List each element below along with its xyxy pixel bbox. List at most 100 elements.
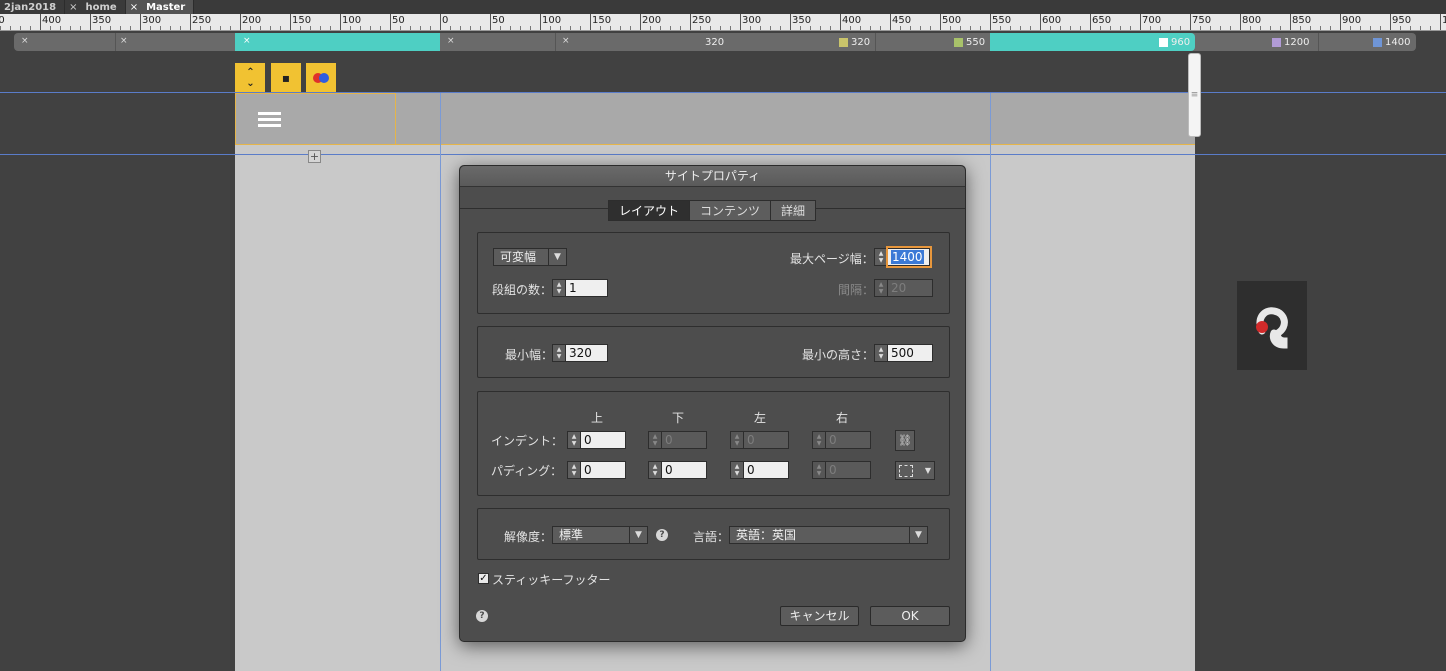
padding-top-field[interactable]: ▲ ▼ 0 (567, 461, 626, 479)
sticky-footer-checkbox[interactable]: ✓ (478, 573, 489, 584)
breakpoint-marker-1400[interactable]: 1400 (1373, 37, 1410, 48)
indent-left-input[interactable]: 0 (744, 431, 789, 449)
side-left-label: 左 (754, 411, 767, 425)
indent-right-input[interactable]: 0 (826, 431, 871, 449)
tab-advanced[interactable]: 詳細 (771, 201, 816, 220)
resolution-select[interactable]: 標準 ▼ (552, 526, 648, 544)
min-width-field[interactable]: ▲ ▼ 320 (552, 344, 608, 362)
padding-mode-button[interactable]: ▼ (895, 461, 935, 480)
columns-field[interactable]: ▲ ▼ 1 (552, 279, 608, 297)
indent-left-field[interactable]: ▲ ▼ 0 (730, 431, 789, 449)
stepper-icon: ▲ ▼ (648, 431, 662, 449)
stepper-icon[interactable]: ▲ ▼ (730, 461, 744, 479)
ruler-tick (340, 14, 341, 30)
close-icon[interactable]: × (130, 2, 138, 13)
link-icon: ⛓ (898, 434, 912, 447)
add-section-button[interactable]: + (308, 150, 321, 163)
gutter-field[interactable]: ▲ ▼ 20 (874, 279, 933, 297)
breakpoint-divider (115, 33, 116, 51)
max-page-width-field[interactable]: ▲ ▼ 1400 (874, 246, 932, 268)
dialog-title[interactable]: サイトプロパティ (460, 166, 965, 187)
ruler-label: 1000 (1442, 15, 1446, 26)
breakpoint-marker-320[interactable]: 320 (839, 37, 870, 48)
ok-button[interactable]: OK (870, 606, 950, 626)
doc-tab-2jan2018[interactable]: 2jan2018 (0, 0, 66, 14)
stepper-icon[interactable]: ▲ ▼ (648, 461, 662, 479)
chevron-down-icon: ▼ (909, 527, 927, 543)
ruler-tick (490, 14, 491, 30)
ruler-tick (940, 14, 941, 30)
sticky-footer-label[interactable]: スティッキーフッター (492, 571, 611, 588)
image-thumbnail[interactable] (1237, 281, 1307, 370)
layout-mode-select[interactable]: 可変幅 ▼ (493, 248, 567, 266)
stepper-icon[interactable]: ▲ ▼ (874, 248, 888, 266)
ruler-label: 0 (442, 15, 449, 26)
ruler-tick (1390, 14, 1391, 30)
breakpoint-range-active[interactable] (235, 33, 440, 51)
padding-bottom-input[interactable]: 0 (662, 461, 707, 479)
close-icon[interactable]: × (562, 36, 570, 46)
logo-image (1256, 306, 1288, 349)
gutter-input[interactable]: 20 (888, 279, 933, 297)
indent-right-field[interactable]: ▲ ▼ 0 (812, 431, 871, 449)
help-icon[interactable]: ? (656, 529, 668, 541)
header-guide[interactable] (0, 92, 1446, 93)
stepper-icon[interactable]: ▲ ▼ (552, 279, 566, 297)
padding-right-field[interactable]: ▲ ▼ 0 (812, 461, 871, 479)
doc-tab-home[interactable]: × home (65, 0, 126, 14)
horizontal-ruler[interactable]: 5040035030025020015010050050100150200250… (0, 14, 1446, 31)
dialog-tabs: レイアウト コンテンツ 詳細 (608, 200, 817, 221)
min-height-input[interactable]: 500 (888, 344, 933, 362)
close-icon[interactable]: × (69, 2, 77, 13)
stepper-icon[interactable]: ▲ ▼ (874, 344, 888, 362)
close-icon[interactable]: × (243, 36, 251, 46)
padding-left-field[interactable]: ▲ ▼ 0 (730, 461, 789, 479)
breakpoint-divider (1318, 33, 1319, 51)
padding-label: パディング： (491, 464, 563, 478)
breakpoint-marker-960[interactable]: 960 (1159, 37, 1190, 48)
page-width-handle[interactable]: ≡ (1188, 53, 1201, 137)
padding-top-input[interactable]: 0 (581, 461, 626, 479)
ruler-label: 200 (642, 15, 662, 26)
stepper-icon[interactable]: ▲ ▼ (552, 344, 566, 362)
breakpoint-value: 960 (1171, 37, 1191, 48)
select-value: 標準 (559, 528, 584, 542)
indent-top-field[interactable]: ▲ ▼ 0 (567, 431, 626, 449)
padding-right-input[interactable]: 0 (826, 461, 871, 479)
padding-bottom-field[interactable]: ▲ ▼ 0 (648, 461, 707, 479)
indent-top-input[interactable]: 0 (581, 431, 626, 449)
doc-tab-master[interactable]: × Master (125, 0, 195, 14)
close-icon[interactable]: × (447, 36, 455, 46)
language-select[interactable]: 英語：英国 ▼ (729, 526, 928, 544)
ruler-tick (1040, 14, 1041, 30)
breakpoint-marker-1200[interactable]: 1200 (1272, 37, 1309, 48)
pin-button[interactable]: ▪ (271, 63, 301, 92)
indent-bottom-field[interactable]: ▲ ▼ 0 (648, 431, 707, 449)
indent-bottom-input[interactable]: 0 (662, 431, 707, 449)
hamburger-icon[interactable] (258, 109, 281, 130)
columns-input[interactable]: 1 (566, 279, 608, 297)
header-guide[interactable] (0, 154, 1446, 155)
breakpoint-marker-550[interactable]: 550 (954, 37, 985, 48)
effects-button[interactable] (306, 63, 336, 92)
menu-widget[interactable] (235, 93, 396, 145)
min-width-input[interactable]: 320 (566, 344, 608, 362)
help-icon[interactable]: ? (476, 610, 488, 622)
ruler-label: 350 (792, 15, 812, 26)
stepper-icon: ▲ ▼ (874, 279, 888, 297)
max-page-width-input[interactable]: 1400 (886, 246, 932, 268)
stepper-icon[interactable]: ▲ ▼ (567, 431, 581, 449)
resize-arrows-button[interactable]: ⌃⌄ (235, 63, 265, 92)
padding-left-input[interactable]: 0 (744, 461, 789, 479)
chevron-down-icon: ▼ (629, 527, 647, 543)
close-icon[interactable]: × (120, 36, 128, 46)
cancel-button[interactable]: キャンセル (780, 606, 859, 626)
indent-padding-group: 上 下 左 右 インデント： ▲ ▼ 0 ▲ ▼ 0 ▲ ▼ 0 ▲ ▼ 0 ⛓ パディ… (477, 391, 950, 496)
tab-layout[interactable]: レイアウト (609, 201, 691, 220)
stepper-icon[interactable]: ▲ ▼ (567, 461, 581, 479)
link-sides-button[interactable]: ⛓ (895, 430, 915, 451)
ruler-tick (240, 14, 241, 30)
min-height-field[interactable]: ▲ ▼ 500 (874, 344, 933, 362)
close-icon[interactable]: × (21, 36, 29, 46)
tab-contents[interactable]: コンテンツ (690, 201, 772, 220)
